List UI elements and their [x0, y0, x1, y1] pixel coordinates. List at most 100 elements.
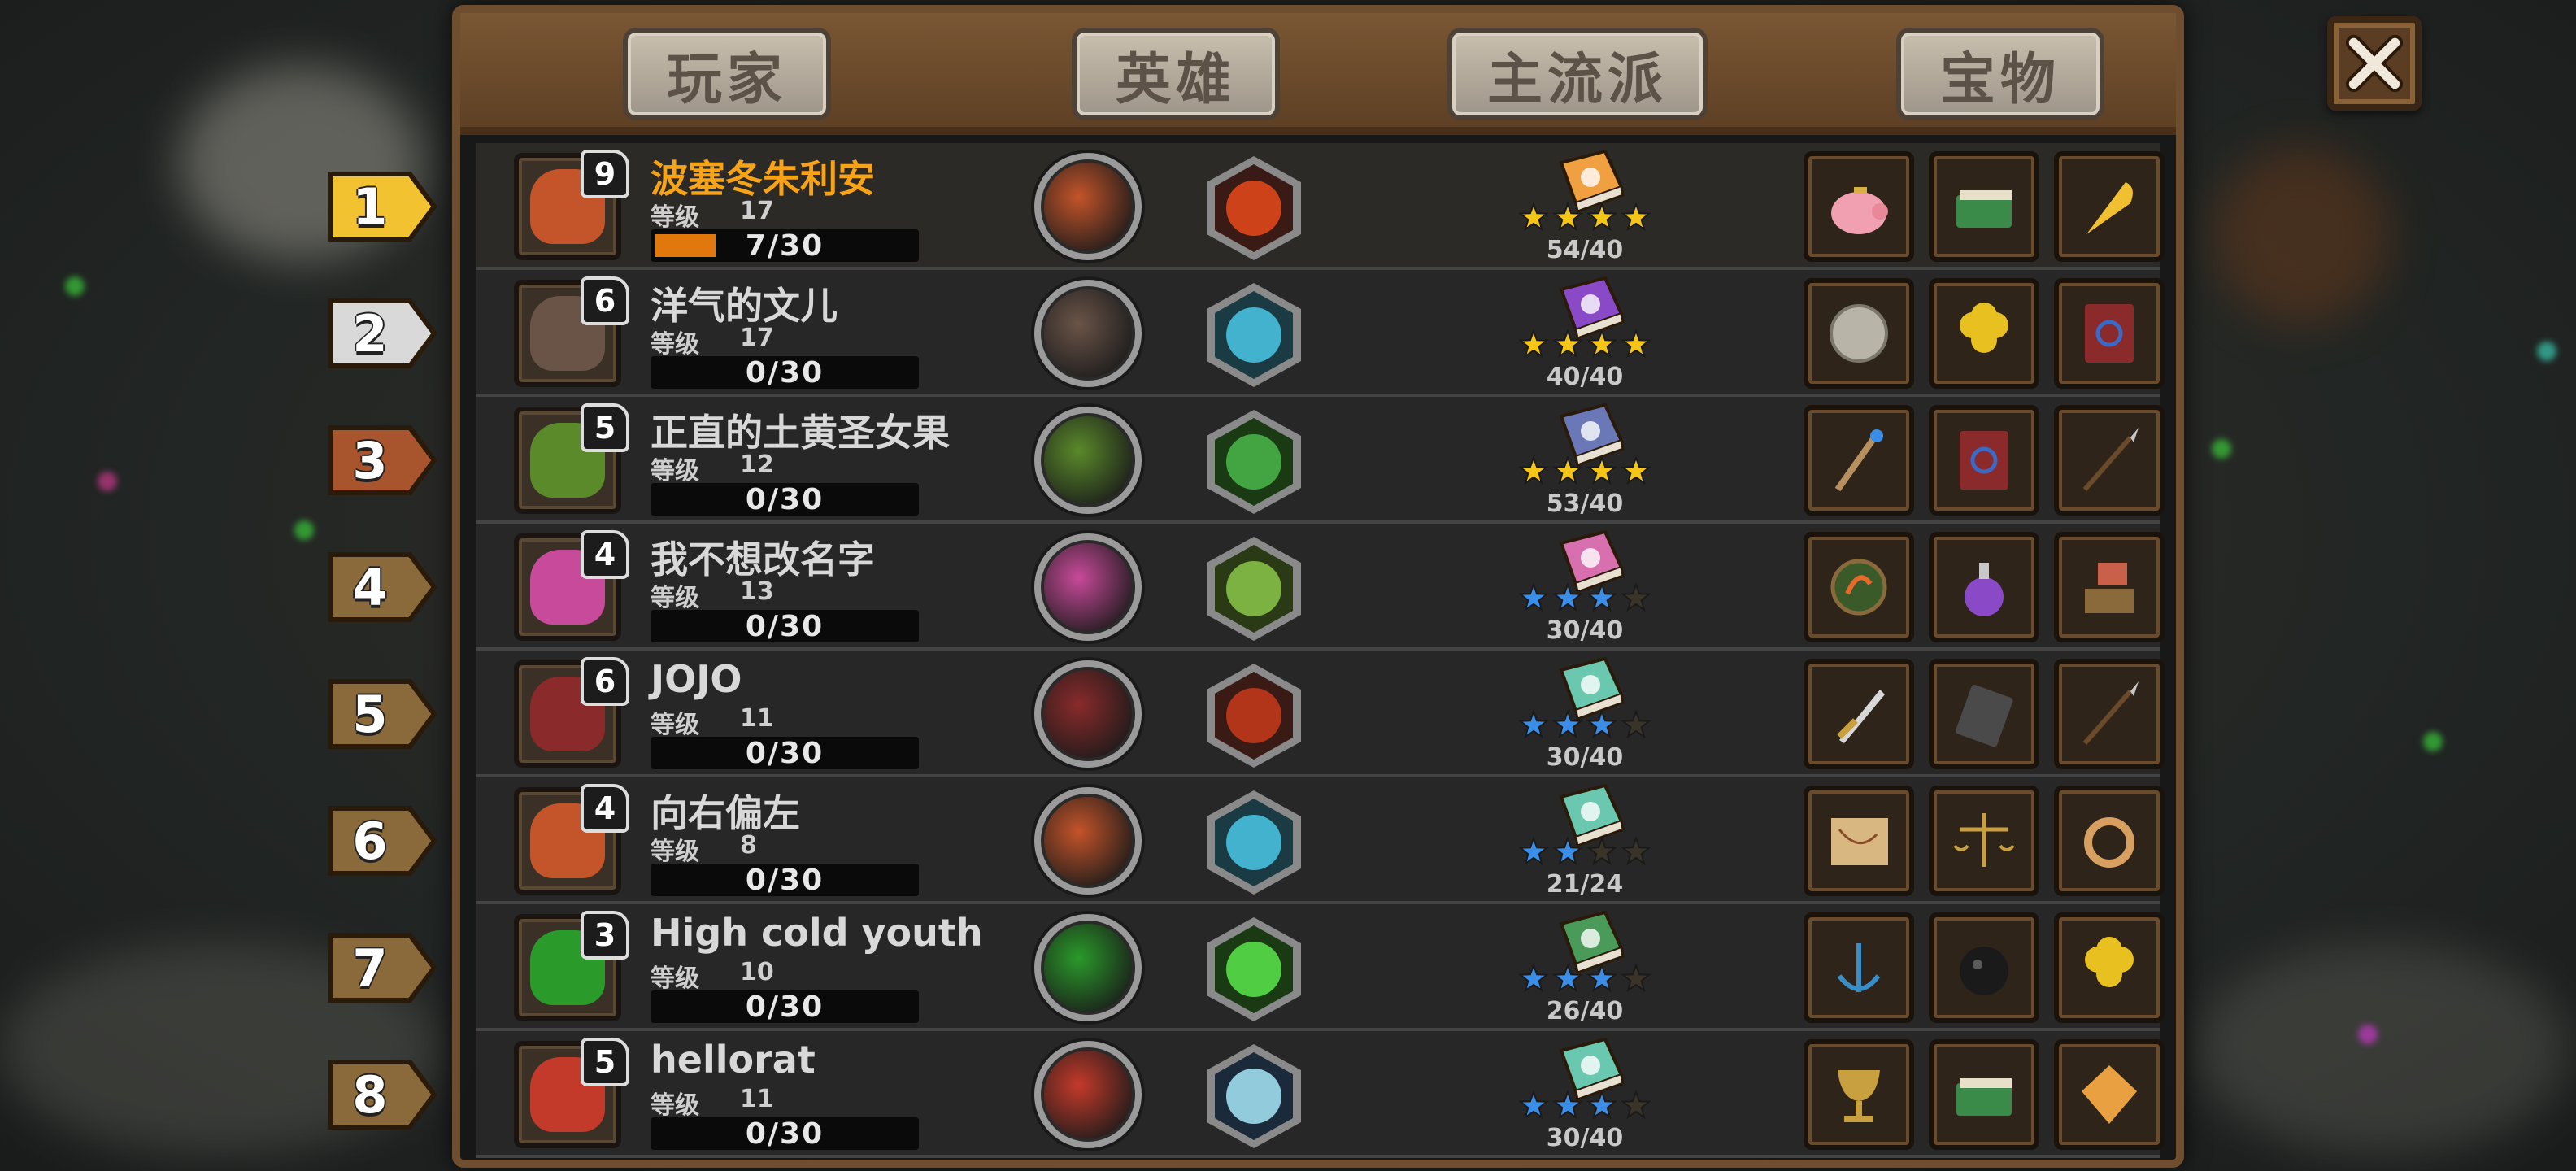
treasure-slot[interactable]	[1929, 278, 2039, 389]
rank-badge: 7	[325, 929, 439, 1007]
school-progress-count: 30/40	[1546, 1124, 1624, 1152]
skill-icon[interactable]	[1197, 659, 1311, 773]
treasure-slot[interactable]	[1929, 532, 2039, 642]
player-name: 波塞冬朱利安	[651, 157, 875, 201]
hero-icon[interactable]	[1034, 533, 1142, 641]
player-avatar[interactable]: 9	[514, 150, 629, 260]
star-filled-icon	[1586, 582, 1617, 612]
skill-icon[interactable]	[1197, 912, 1311, 1026]
star-rating	[1516, 202, 1654, 234]
skill-icon[interactable]	[1197, 151, 1311, 265]
treasure-slot[interactable]	[2054, 786, 2165, 896]
rank-badge: 8	[325, 1056, 439, 1134]
treasure-slot[interactable]	[1929, 151, 2039, 262]
xp-text: 0/30	[745, 609, 825, 643]
treasure-slot[interactable]	[2054, 1039, 2165, 1150]
skill-icon[interactable]	[1197, 532, 1311, 646]
star-filled-icon	[1586, 709, 1617, 739]
treasure-slot[interactable]	[1804, 532, 1914, 642]
player-name: 洋气的文儿	[651, 284, 838, 328]
close-button[interactable]	[2327, 16, 2422, 111]
treasure-slot[interactable]	[1804, 278, 1914, 389]
scales-icon	[1953, 813, 2015, 867]
rank-number: 7	[352, 938, 388, 998]
hero-icon[interactable]	[1034, 660, 1142, 768]
table-row[interactable]: 8 5 hellorat 等级 11 0/30 30/40	[328, 1031, 2165, 1158]
tab-treasures[interactable]: 宝物	[1896, 28, 2104, 120]
skill-icon[interactable]	[1197, 786, 1311, 899]
red-spellbook-icon	[2085, 304, 2134, 363]
star-filled-icon	[1621, 455, 1651, 485]
skill-icon[interactable]	[1197, 278, 1311, 392]
xp-text: 0/30	[745, 482, 825, 516]
treasure-slot[interactable]	[1804, 151, 1914, 262]
hero-icon[interactable]	[1034, 153, 1142, 260]
player-avatar[interactable]: 4	[514, 530, 629, 641]
player-avatar[interactable]: 6	[514, 657, 629, 768]
treasure-slot[interactable]	[2054, 532, 2165, 642]
dagger-icon	[1837, 690, 1885, 743]
treasure-slot[interactable]	[1929, 786, 2039, 896]
table-row[interactable]: 6 4 向右偏左 等级 8 0/30 21/24	[328, 777, 2165, 904]
treasure-slot[interactable]	[1929, 1039, 2039, 1150]
treasure-slot[interactable]	[1804, 405, 1914, 516]
treasure-slot[interactable]	[1804, 912, 1914, 1023]
treasure-slot[interactable]	[2054, 659, 2165, 769]
treasure-slot[interactable]	[2054, 151, 2165, 262]
treasure-slot[interactable]	[1929, 659, 2039, 769]
player-avatar[interactable]: 4	[514, 784, 629, 895]
table-row[interactable]: 1 9 波塞冬朱利安 等级 17 7/30 54/40	[328, 143, 2165, 270]
table-row[interactable]: 3 5 正直的土黄圣女果 等级 12 0/30 53/40	[328, 397, 2165, 524]
treasure-slot[interactable]	[1804, 1039, 1914, 1150]
xp-progress-bar: 7/30	[651, 229, 919, 263]
table-row[interactable]: 2 6 洋气的文儿 等级 17 0/30 40/40	[328, 270, 2165, 397]
player-badge-number: 4	[581, 530, 629, 579]
treasure-slot[interactable]	[2054, 405, 2165, 516]
clover-icon	[1960, 303, 2008, 353]
background-sparkle	[2358, 1025, 2378, 1044]
table-row[interactable]: 7 3 High cold youth 等级 10 0/30 26/40	[328, 904, 2165, 1031]
star-rating	[1516, 329, 1654, 361]
hero-icon[interactable]	[1034, 280, 1142, 387]
player-avatar[interactable]: 6	[514, 276, 629, 387]
player-badge-number: 5	[581, 403, 629, 452]
xp-text: 0/30	[745, 863, 825, 897]
player-name: High cold youth	[651, 911, 983, 955]
treasure-slot[interactable]	[2054, 912, 2165, 1023]
clover-icon	[2085, 937, 2134, 987]
level-label: 等级	[651, 584, 699, 612]
tab-players[interactable]: 玩家	[623, 28, 831, 120]
school-progress-count: 30/40	[1546, 616, 1624, 645]
hero-icon[interactable]	[1034, 407, 1142, 514]
xp-progress-bar: 0/30	[651, 1117, 919, 1151]
rank-number: 2	[352, 303, 388, 363]
seed-medallion-icon	[1830, 559, 1887, 616]
hero-icon[interactable]	[1034, 1041, 1142, 1148]
treasure-slot[interactable]	[1929, 912, 2039, 1023]
gem-icon	[2082, 1065, 2137, 1124]
treasure-slot[interactable]	[2054, 278, 2165, 389]
player-badge-number: 4	[581, 784, 629, 833]
star-filled-icon	[1552, 202, 1583, 232]
tab-main-school[interactable]: 主流派	[1447, 28, 1708, 120]
lightning-skill-icon	[1207, 1044, 1301, 1148]
xp-text: 7/30	[745, 229, 825, 263]
table-row[interactable]: 4 4 我不想改名字 等级 13 0/30 30/40	[328, 524, 2165, 651]
hero-icon[interactable]	[1034, 914, 1142, 1021]
treasure-slot[interactable]	[1804, 786, 1914, 896]
star-empty-icon	[1621, 582, 1651, 612]
background-sparkle	[65, 276, 85, 296]
skill-icon[interactable]	[1197, 405, 1311, 519]
table-row[interactable]: 5 6 JOJO 等级 11 0/30 30/40	[328, 651, 2165, 777]
skill-icon[interactable]	[1197, 1039, 1311, 1153]
treasure-slot[interactable]	[1804, 659, 1914, 769]
hero-icon[interactable]	[1034, 787, 1142, 895]
tab-heroes[interactable]: 英雄	[1072, 28, 1280, 120]
player-avatar[interactable]: 5	[514, 403, 629, 514]
xp-text: 0/30	[745, 736, 825, 770]
player-avatar[interactable]: 3	[514, 911, 629, 1021]
star-filled-icon	[1586, 329, 1617, 359]
treasure-slot[interactable]	[1929, 405, 2039, 516]
xp-text: 0/30	[745, 990, 825, 1024]
player-avatar[interactable]: 5	[514, 1038, 629, 1148]
